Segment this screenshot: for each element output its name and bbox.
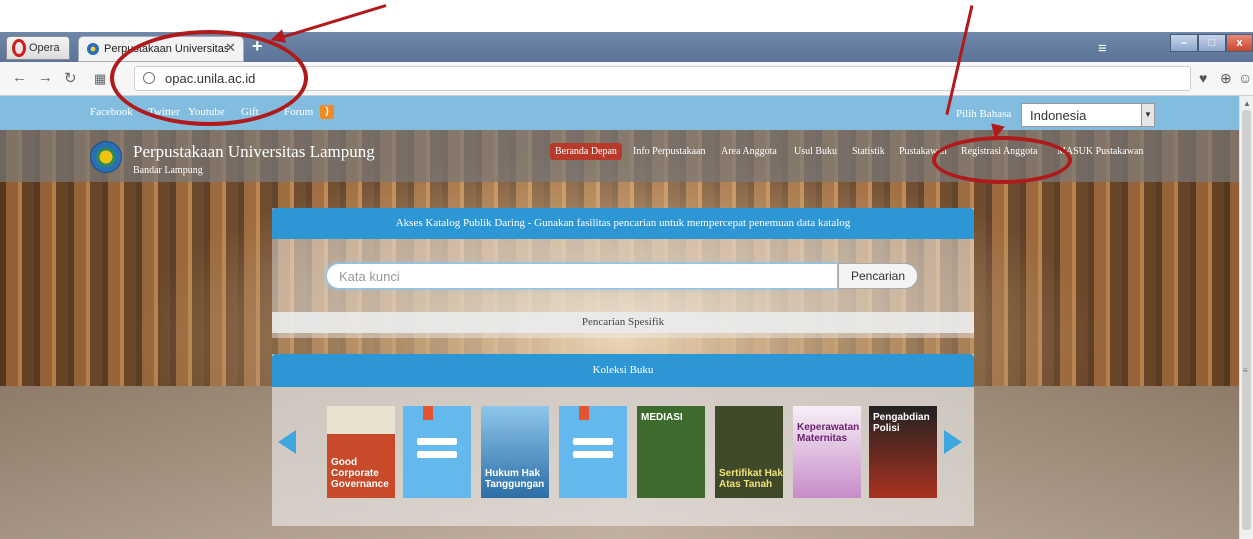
reload-icon[interactable]: ↻	[64, 69, 77, 87]
site-subtitle: Bandar Lampung	[133, 165, 203, 176]
opera-menu-button[interactable]: Opera	[6, 36, 70, 60]
search-heading: Akses Katalog Publik Daring - Gunakan fa…	[272, 208, 974, 239]
book-collection-panel: Koleksi Buku Good Corporate Governance H…	[272, 354, 974, 526]
rss-icon[interactable]: )	[320, 105, 334, 119]
scroll-up-icon[interactable]: ▲	[1243, 99, 1251, 108]
bookmark-icon	[579, 406, 589, 420]
book-title: Hukum Hak Tanggungan	[485, 468, 545, 490]
carousel-prev-arrow-icon[interactable]	[278, 430, 296, 454]
close-window-button[interactable]: x	[1226, 34, 1253, 52]
book-title: MEDIASI	[641, 412, 683, 423]
scrollbar-thumb[interactable]	[1242, 110, 1251, 530]
maximize-button[interactable]: □	[1198, 34, 1226, 52]
university-logo[interactable]	[90, 141, 122, 173]
book-title: Sertifikat Hak Atas Tanah	[719, 468, 783, 490]
book-cover[interactable]: Sertifikat Hak Atas Tanah	[715, 406, 783, 498]
facebook-link[interactable]: Facebook	[90, 106, 133, 118]
opera-logo-icon	[12, 39, 26, 57]
favicon-icon	[87, 43, 99, 55]
download-icon[interactable]: ⊕	[1220, 70, 1232, 87]
specific-search-link[interactable]: Pencarian Spesifik	[272, 312, 974, 333]
book-placeholder[interactable]	[403, 406, 471, 498]
book-title: Good Corporate Governance	[331, 457, 389, 490]
book-cover[interactable]: MEDIASI	[637, 406, 705, 498]
book-cover[interactable]: Good Corporate Governance	[327, 406, 395, 498]
menu-info-perpustakaan[interactable]: Info Perpustakaan	[633, 146, 705, 157]
collection-heading: Koleksi Buku	[272, 354, 974, 387]
bookmark-icon	[423, 406, 433, 420]
back-icon[interactable]: ←	[12, 69, 27, 86]
language-select[interactable]: Indonesia ▼	[1021, 103, 1155, 127]
book-cover[interactable]: Pengabdian Polisi	[869, 406, 937, 498]
tab-menu-icon[interactable]: ≡	[1098, 40, 1107, 57]
language-value: Indonesia	[1030, 108, 1087, 123]
opera-label: Opera	[29, 42, 60, 54]
site-title[interactable]: Perpustakaan Universitas Lampung	[133, 142, 375, 162]
chevron-down-icon: ▼	[1141, 104, 1154, 126]
menu-statistik[interactable]: Statistik	[852, 146, 885, 157]
page-scrollbar[interactable]: ▲ ≡	[1239, 96, 1253, 539]
book-title: Keperawatan Maternitas	[797, 422, 860, 444]
book-title: Pengabdian Polisi	[873, 412, 930, 434]
menu-usul-buku[interactable]: Usul Buku	[794, 146, 837, 157]
profile-icon[interactable]: ☺	[1238, 70, 1252, 86]
book-placeholder[interactable]	[559, 406, 627, 498]
language-label: Pilih Bahasa	[956, 108, 1012, 120]
search-panel: Akses Katalog Publik Daring - Gunakan fa…	[272, 208, 974, 338]
search-button[interactable]: Pencarian	[838, 263, 918, 289]
menu-area-anggota[interactable]: Area Anggota	[721, 146, 777, 157]
speed-dial-icon[interactable]: ▦	[94, 71, 106, 87]
book-cover[interactable]: Keperawatan Maternitas	[793, 406, 861, 498]
carousel-next-arrow-icon[interactable]	[944, 430, 962, 454]
annotation-circle-registration	[932, 136, 1072, 184]
scroll-grip-icon: ≡	[1243, 366, 1248, 375]
forum-link[interactable]: Forum	[284, 106, 313, 118]
heart-icon[interactable]: ♥	[1199, 70, 1207, 86]
menu-beranda-depan[interactable]: Beranda Depan	[550, 143, 622, 160]
forward-icon[interactable]: →	[38, 69, 53, 86]
minimize-button[interactable]: –	[1170, 34, 1198, 52]
book-cover[interactable]: Hukum Hak Tanggungan	[481, 406, 549, 498]
search-input[interactable]	[326, 263, 838, 289]
